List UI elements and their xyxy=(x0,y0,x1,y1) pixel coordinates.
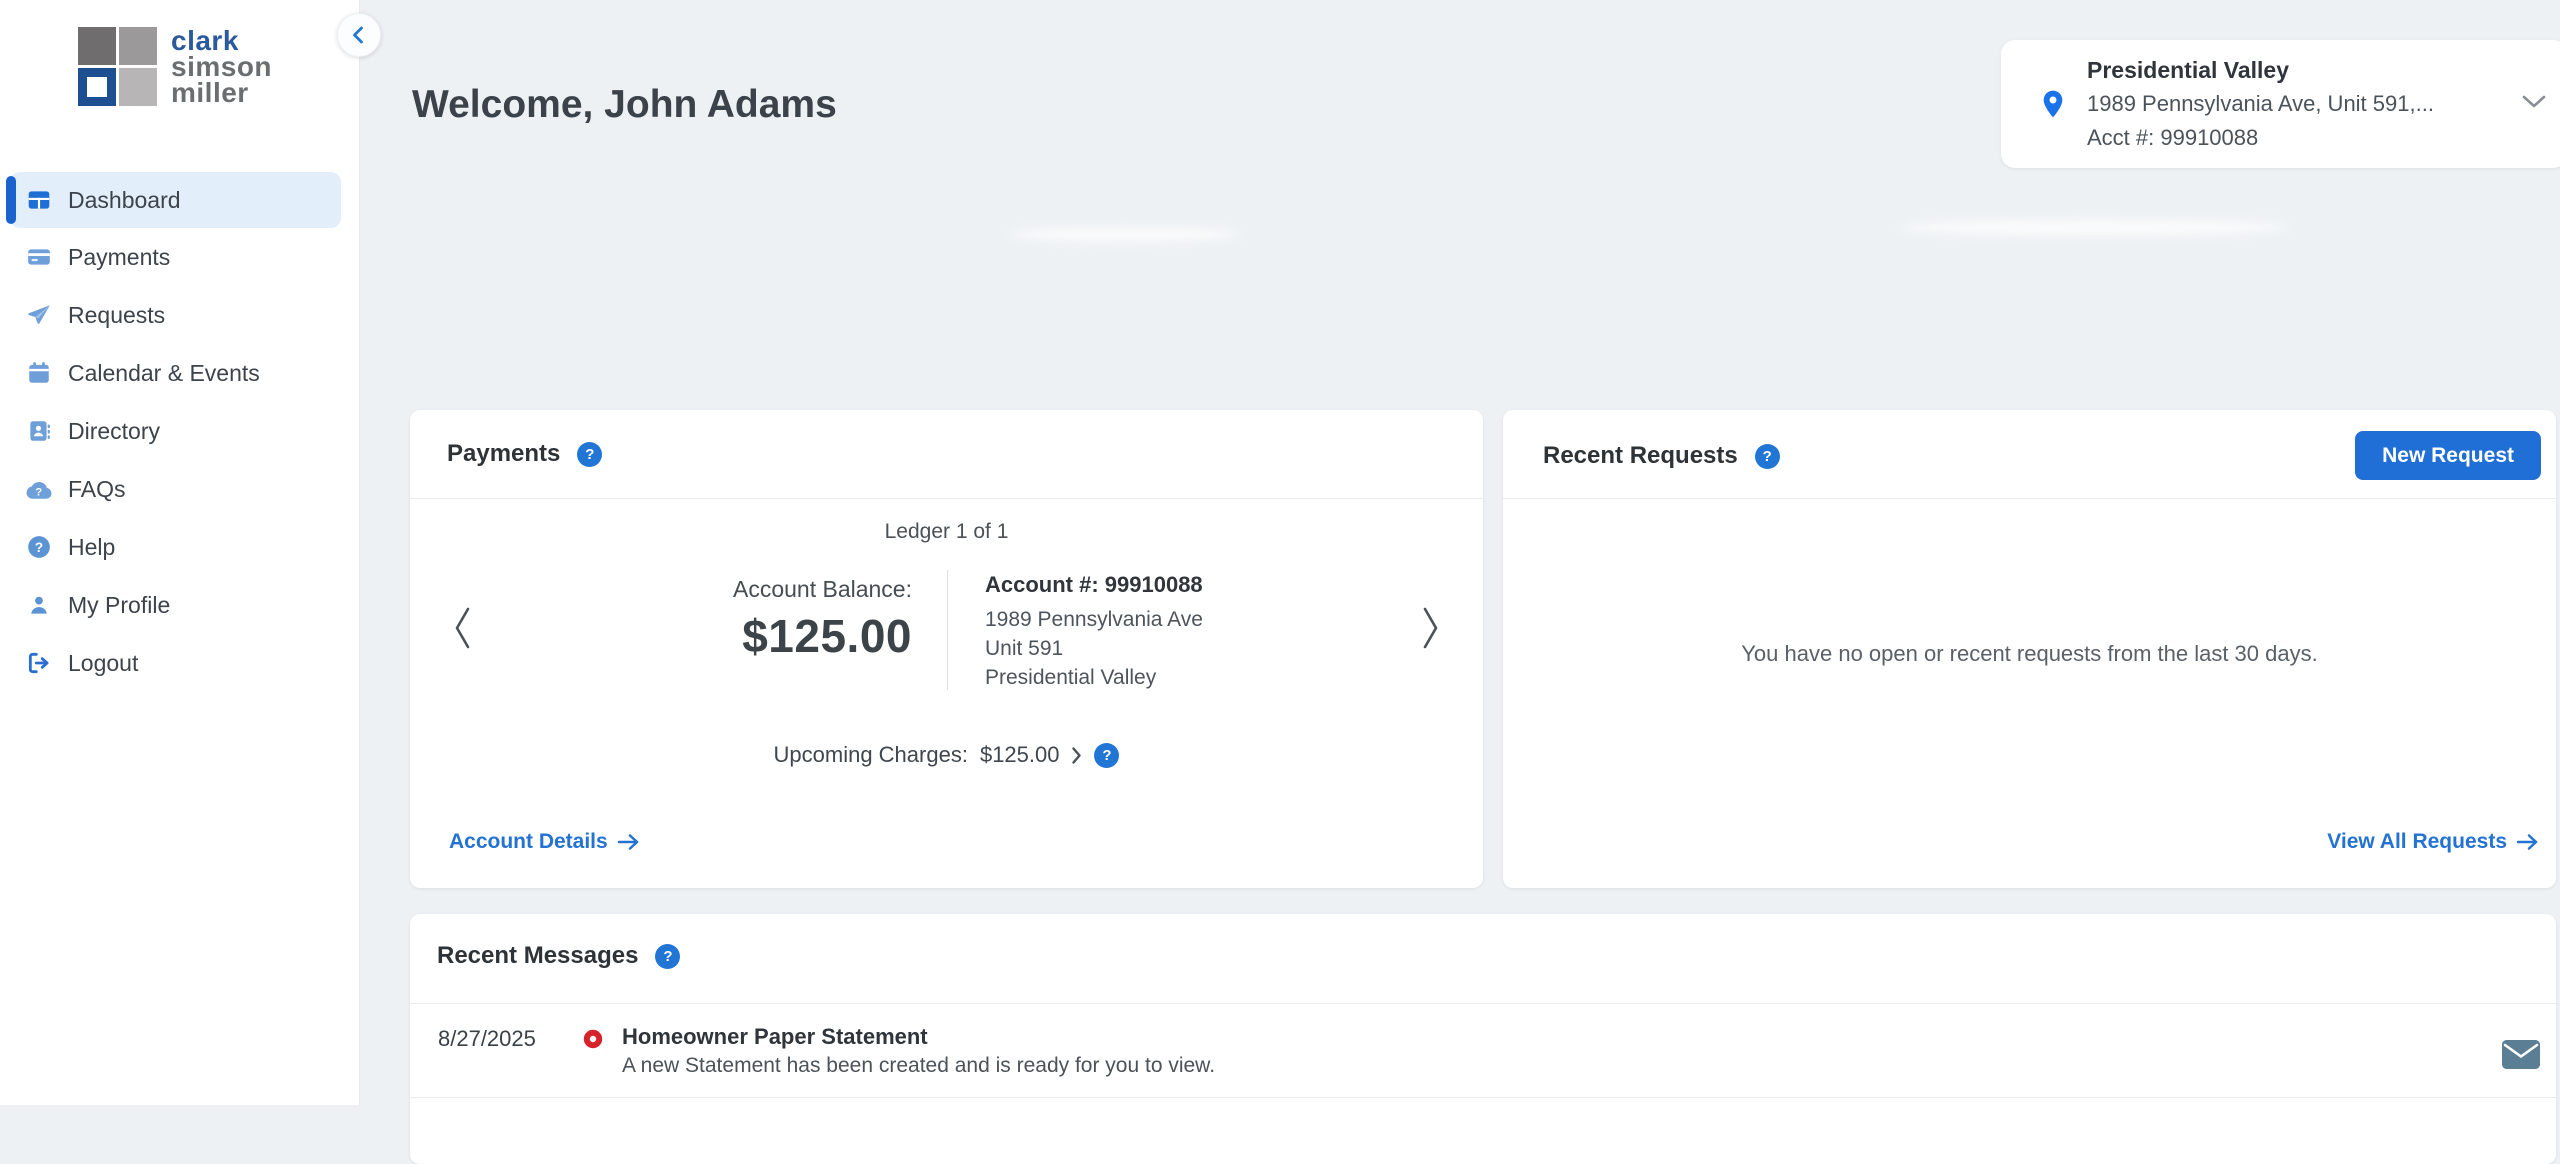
sidebar-item-label: Calendar & Events xyxy=(68,360,260,387)
message-row[interactable]: 8/27/2025 Homeowner Paper Statement A ne… xyxy=(410,1004,2556,1098)
page-title: Welcome, John Adams xyxy=(412,83,837,127)
dashboard-grid-icon xyxy=(26,187,52,213)
recent-messages-card: Recent Messages ? 8/27/2025 Homeowner Pa… xyxy=(410,914,2556,1164)
sidebar-item-label: Dashboard xyxy=(68,187,181,214)
payments-card: Payments ? Ledger 1 of 1 Account Balance… xyxy=(410,410,1483,888)
ledger-address-line3: Presidential Valley xyxy=(985,663,1203,692)
sidebar-item-faqs[interactable]: ? FAQs xyxy=(0,460,359,518)
background-cloud xyxy=(1010,228,1240,241)
ledger-address-line2: Unit 591 xyxy=(985,634,1203,663)
upcoming-charges-value: $125.00 xyxy=(980,742,1060,768)
sidebar: clark simson miller Dashboard Payments R… xyxy=(0,0,360,1105)
help-icon[interactable]: ? xyxy=(1094,743,1119,768)
carousel-next-button[interactable] xyxy=(1419,606,1441,655)
logo-squares-icon xyxy=(78,27,157,106)
background-cloud xyxy=(1900,220,2290,235)
active-indicator-bar xyxy=(6,176,16,224)
sidebar-collapse-button[interactable] xyxy=(337,13,381,57)
contact-card-icon xyxy=(26,418,52,444)
location-pin-icon xyxy=(2037,84,2069,124)
recent-requests-card: Recent Requests ? New Request You have n… xyxy=(1503,410,2556,888)
logo-square-dark xyxy=(78,27,116,65)
svg-text:?: ? xyxy=(35,540,43,555)
property-name: Presidential Valley xyxy=(2087,53,2434,87)
account-details-link[interactable]: Account Details xyxy=(449,830,641,854)
ledger-address-line1: 1989 Pennsylvania Ave xyxy=(985,605,1203,634)
recent-messages-title: Recent Messages xyxy=(437,942,638,970)
chevron-down-icon[interactable] xyxy=(2521,94,2547,114)
company-logo: clark simson miller xyxy=(78,27,272,106)
sidebar-item-requests[interactable]: Requests xyxy=(0,286,359,344)
sidebar-item-dashboard[interactable]: Dashboard xyxy=(10,172,341,228)
sidebar-nav: Dashboard Payments Requests Calendar & E… xyxy=(0,172,359,692)
logo-square-blue xyxy=(78,68,116,106)
sidebar-item-directory[interactable]: Directory xyxy=(0,402,359,460)
help-icon[interactable]: ? xyxy=(577,442,602,467)
calendar-icon xyxy=(26,360,52,386)
property-address: 1989 Pennsylvania Ave, Unit 591,... xyxy=(2087,87,2434,121)
cloud-question-icon: ? xyxy=(26,476,52,502)
view-all-requests-link[interactable]: View All Requests xyxy=(2327,830,2540,854)
envelope-icon[interactable] xyxy=(2502,1040,2540,1074)
divider xyxy=(410,498,1483,499)
sidebar-item-help[interactable]: ? Help xyxy=(0,518,359,576)
arrow-right-icon xyxy=(2516,833,2540,851)
message-title: Homeowner Paper Statement xyxy=(622,1024,928,1050)
recent-requests-header: Recent Requests ? xyxy=(1543,442,1780,470)
svg-text:?: ? xyxy=(35,487,42,499)
account-balance-block: Account Balance: $125.00 xyxy=(590,576,912,663)
sidebar-item-label: Directory xyxy=(68,418,160,445)
upcoming-charges-row[interactable]: Upcoming Charges: $125.00 ? xyxy=(410,742,1483,768)
help-icon[interactable]: ? xyxy=(1755,444,1780,469)
help-icon[interactable]: ? xyxy=(655,944,680,969)
sidebar-item-my-profile[interactable]: My Profile xyxy=(0,576,359,634)
balance-label: Account Balance: xyxy=(590,576,912,603)
account-selector[interactable]: Presidential Valley 1989 Pennsylvania Av… xyxy=(2001,40,2560,168)
credit-card-icon xyxy=(26,244,52,270)
vertical-divider xyxy=(947,570,948,690)
sidebar-item-label: My Profile xyxy=(68,592,170,619)
recent-requests-title: Recent Requests xyxy=(1543,442,1738,470)
sidebar-item-label: Logout xyxy=(68,650,138,677)
paper-plane-icon xyxy=(26,302,52,328)
balance-value: $125.00 xyxy=(590,609,912,663)
logo-text: clark simson miller xyxy=(171,28,272,106)
person-icon xyxy=(26,592,52,618)
account-details-label: Account Details xyxy=(449,830,608,854)
new-request-button[interactable]: New Request xyxy=(2355,431,2541,480)
view-all-requests-label: View All Requests xyxy=(2327,830,2507,854)
upcoming-charges-label: Upcoming Charges: xyxy=(774,742,968,768)
ledger-address-block: Account #: 99910088 1989 Pennsylvania Av… xyxy=(985,570,1203,692)
logo-word-clark: clark xyxy=(171,28,272,54)
carousel-previous-button[interactable] xyxy=(452,606,474,655)
sidebar-item-label: FAQs xyxy=(68,476,126,503)
sidebar-item-label: Help xyxy=(68,534,115,561)
logo-square-light xyxy=(119,68,157,106)
unread-indicator-icon xyxy=(582,1028,604,1055)
logo-word-simson: simson xyxy=(171,54,272,80)
chevron-left-icon xyxy=(349,24,369,46)
sign-out-icon xyxy=(26,650,52,676)
account-selector-text: Presidential Valley 1989 Pennsylvania Av… xyxy=(2087,53,2434,155)
sidebar-item-label: Requests xyxy=(68,302,165,329)
circle-question-icon: ? xyxy=(26,534,52,560)
ledger-account-number: Account #: 99910088 xyxy=(985,570,1203,599)
logo-word-miller: miller xyxy=(171,80,272,106)
payments-header: Payments ? xyxy=(447,440,602,468)
sidebar-item-logout[interactable]: Logout xyxy=(0,634,359,692)
logo-square-medium xyxy=(119,27,157,65)
payments-title: Payments xyxy=(447,440,560,468)
sidebar-item-calendar[interactable]: Calendar & Events xyxy=(0,344,359,402)
requests-empty-state: You have no open or recent requests from… xyxy=(1503,641,2556,667)
chevron-right-icon xyxy=(1071,746,1082,765)
account-number: Acct #: 99910088 xyxy=(2087,121,2434,155)
divider xyxy=(1503,498,2556,499)
message-date: 8/27/2025 xyxy=(438,1026,536,1052)
ledger-pagination: Ledger 1 of 1 xyxy=(410,520,1483,544)
sidebar-item-payments[interactable]: Payments xyxy=(0,228,359,286)
sidebar-item-label: Payments xyxy=(68,244,170,271)
arrow-right-icon xyxy=(617,833,641,851)
message-body: A new Statement has been created and is … xyxy=(622,1054,1215,1078)
recent-messages-header: Recent Messages ? xyxy=(437,942,680,970)
